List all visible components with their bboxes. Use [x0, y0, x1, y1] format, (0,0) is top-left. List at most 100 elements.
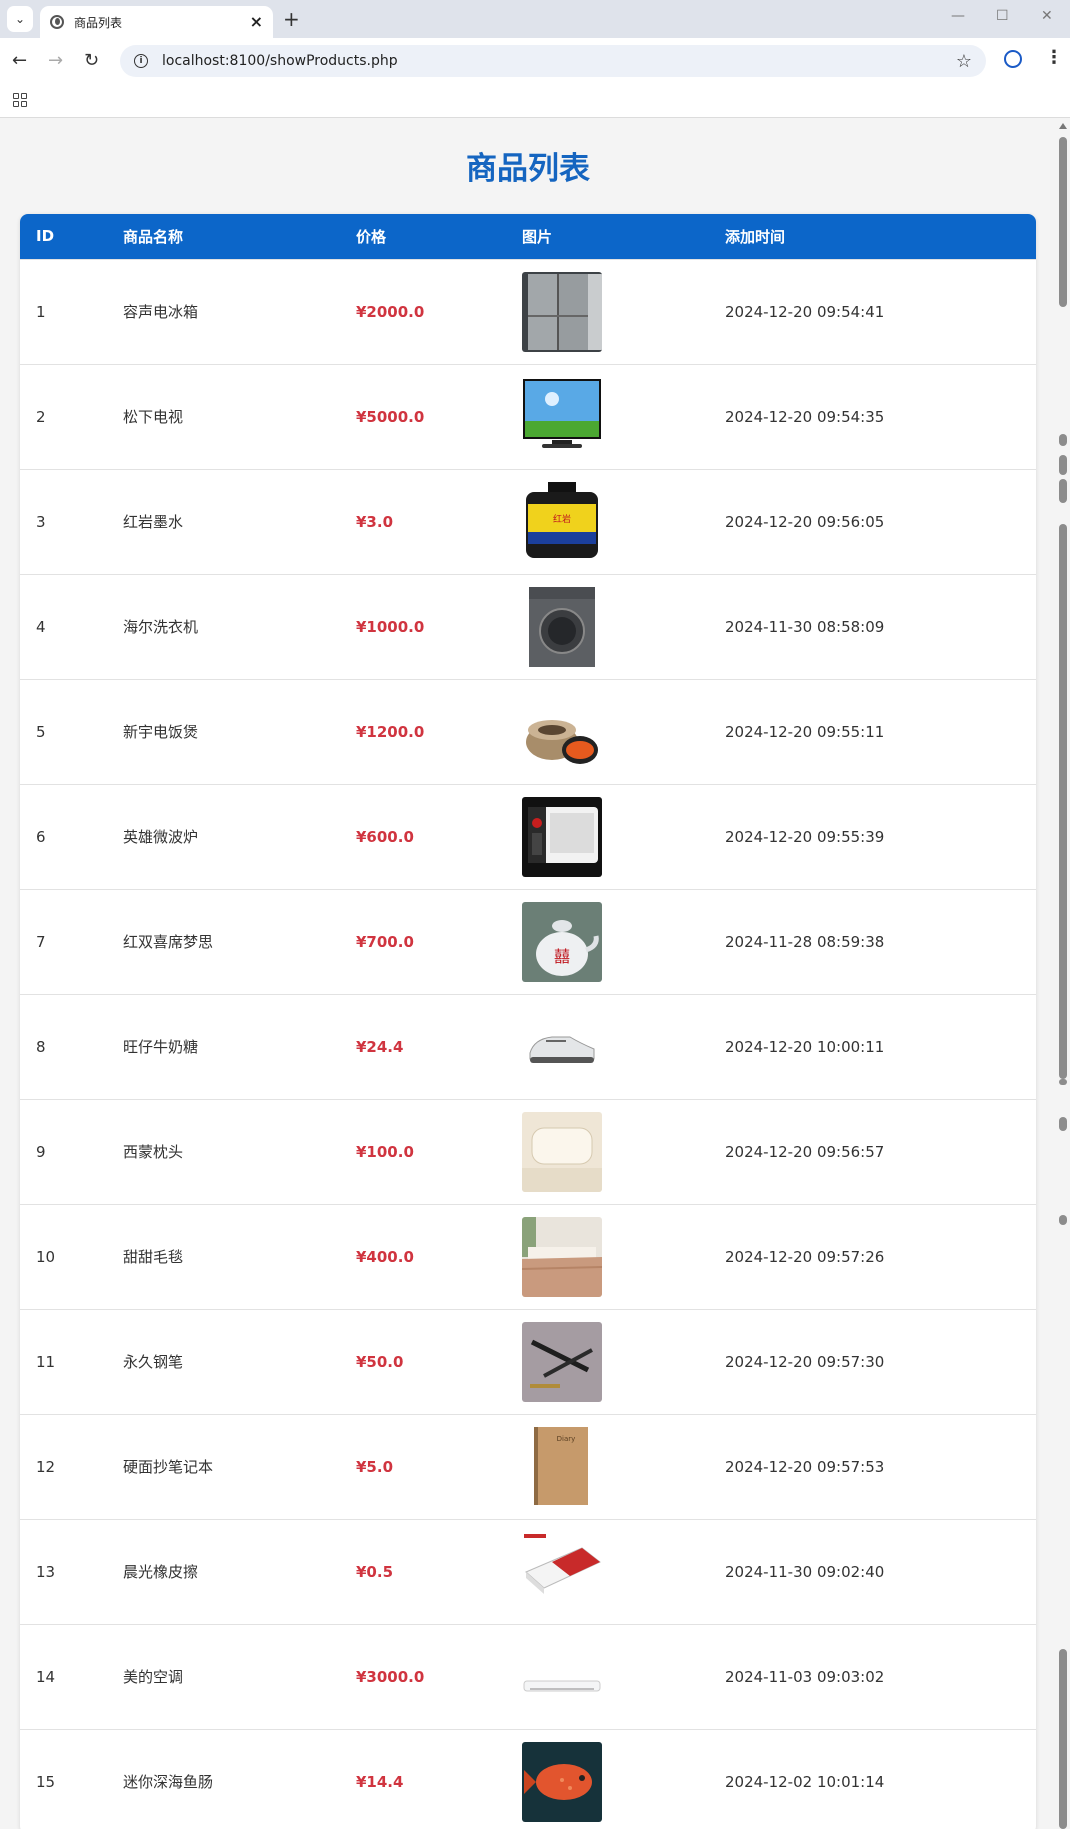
product-row: 10 甜甜毛毯 ¥400.0 2024-12-20 09:57:26	[20, 1204, 1036, 1309]
url-text[interactable]: localhost:8100/showProducts.php	[162, 53, 956, 69]
product-added-time: 2024-12-20 09:54:41	[725, 302, 885, 321]
product-image-cell	[506, 1309, 709, 1414]
product-price: ¥0.5	[356, 1562, 394, 1581]
product-row: 1 容声电冰箱 ¥2000.0 2024-12-20 09:54:41	[20, 259, 1036, 364]
product-image-cell	[506, 1729, 709, 1829]
product-id: 14	[36, 1667, 56, 1686]
svg-text:红岩: 红岩	[553, 513, 571, 525]
product-id: 12	[36, 1457, 56, 1476]
product-row: 11 永久钢笔 ¥50.0 2024-12-20 09:57:30	[20, 1309, 1036, 1414]
product-added-time: 2024-12-20 09:55:39	[725, 827, 885, 846]
product-id: 15	[36, 1772, 56, 1791]
product-added-time: 2024-12-20 09:56:05	[725, 512, 885, 531]
product-name: 硬面抄笔记本	[123, 1458, 214, 1476]
product-image-cell	[506, 1204, 709, 1309]
bookmarks-bar	[0, 84, 1070, 118]
product-price: ¥24.4	[356, 1037, 404, 1056]
profile-icon[interactable]	[1004, 50, 1022, 68]
fridge-image	[522, 271, 602, 352]
product-row: 12 硬面抄笔记本 ¥5.0 Diary 2024-12-20 09:57:53	[20, 1414, 1036, 1519]
product-name: 海尔洗衣机	[123, 618, 199, 636]
rice-cooker-image	[522, 691, 602, 772]
scrollbar-thumb[interactable]	[1059, 137, 1067, 307]
product-added-time: 2024-12-20 09:56:57	[725, 1142, 885, 1161]
product-image-cell: 囍	[506, 889, 709, 994]
product-id: 3	[36, 512, 46, 531]
product-name: 迷你深海鱼肠	[123, 1773, 214, 1792]
products-table: ID 商品名称 价格 图片 添加时间 1 容声电冰箱 ¥2000.0 2024-12-…	[20, 214, 1036, 1829]
product-id: 7	[36, 932, 46, 951]
products-table-container: ID 商品名称 价格 图片 添加时间 1 容声电冰箱 ¥2000.0 2024-12-…	[20, 214, 1036, 1829]
reload-icon[interactable]: ↻	[84, 50, 99, 72]
page-viewport: 商品列表 ID 商品名称 价格 图片 添加时间 1 容声电冰箱 ¥2000.0 202…	[0, 119, 1056, 1829]
product-added-time: 2024-12-20 09:57:30	[725, 1352, 885, 1371]
header-price: 价格	[356, 227, 387, 246]
product-image-cell: Diary	[506, 1414, 709, 1519]
product-added-time: 2024-12-20 09:55:11	[725, 722, 885, 741]
new-tab-button[interactable]: +	[283, 8, 300, 30]
product-added-time: 2024-11-30 08:58:09	[725, 617, 885, 636]
product-image-cell	[506, 1099, 709, 1204]
apps-grid-icon[interactable]	[13, 93, 27, 107]
more-menu-icon[interactable]: ⋮	[1045, 48, 1063, 68]
product-name: 永久钢笔	[123, 1353, 184, 1371]
product-name: 松下电视	[123, 408, 184, 426]
svg-text:囍: 囍	[554, 947, 570, 966]
scroll-marker	[1059, 479, 1067, 503]
product-price: ¥3.0	[356, 512, 394, 531]
header-name: 商品名称	[123, 227, 184, 246]
maximize-icon[interactable]: ☐	[996, 8, 1009, 24]
ink-bottle-image: 红岩	[522, 481, 602, 562]
product-row: 5 新宇电饭煲 ¥1200.0 2024-12-20 09:55:11	[20, 679, 1036, 784]
product-added-time: 2024-12-20 10:00:11	[725, 1037, 885, 1056]
product-price: ¥50.0	[356, 1352, 404, 1371]
minimize-icon[interactable]: —	[951, 8, 965, 24]
product-row: 9 西蒙枕头 ¥100.0 2024-12-20 09:56:57	[20, 1099, 1036, 1204]
product-price: ¥1200.0	[356, 722, 425, 741]
product-image-cell	[506, 679, 709, 784]
product-id: 5	[36, 722, 46, 741]
pen-image	[522, 1321, 602, 1402]
back-arrow-icon[interactable]: ←	[12, 50, 27, 72]
tab-title: 商品列表	[74, 15, 123, 30]
table-header-row: ID 商品名称 价格 图片 添加时间	[20, 214, 1036, 259]
address-bar[interactable]: i localhost:8100/showProducts.php ☆	[120, 45, 986, 77]
product-row: 7 红双喜席梦思 ¥700.0 囍 2024-11-28 08:59:38	[20, 889, 1036, 994]
window-close-icon[interactable]: ✕	[1041, 8, 1053, 24]
bookmark-star-icon[interactable]: ☆	[956, 51, 972, 72]
product-id: 9	[36, 1142, 46, 1161]
product-price: ¥5.0	[356, 1457, 394, 1476]
scroll-marker	[1059, 1019, 1067, 1039]
product-price: ¥2000.0	[356, 302, 425, 321]
tab-search-button[interactable]: ⌄	[7, 6, 33, 32]
product-name: 红岩墨水	[123, 513, 184, 531]
product-price: ¥5000.0	[356, 407, 425, 426]
fish-image	[522, 1741, 602, 1822]
close-tab-icon[interactable]: ×	[250, 14, 263, 30]
product-image-cell: 红岩	[506, 469, 709, 574]
site-info-icon[interactable]: i	[134, 54, 148, 68]
product-image-cell	[506, 259, 709, 364]
product-image-cell	[506, 1519, 709, 1624]
scroll-marker	[1059, 1649, 1067, 1829]
browser-tab[interactable]: 商品列表 ×	[40, 6, 273, 38]
product-image-cell	[506, 1624, 709, 1729]
microwave-image	[522, 796, 602, 877]
product-row: 4 海尔洗衣机 ¥1000.0 2024-11-30 08:58:09	[20, 574, 1036, 679]
scroll-up-arrow-icon[interactable]	[1059, 123, 1067, 129]
product-added-time: 2024-11-30 09:02:40	[725, 1562, 885, 1581]
product-row: 15 迷你深海鱼肠 ¥14.4 2024-12-02 10:01:14	[20, 1729, 1036, 1829]
vertical-scrollbar[interactable]	[1056, 119, 1070, 1829]
product-price: ¥600.0	[356, 827, 414, 846]
product-name: 容声电冰箱	[123, 303, 199, 321]
product-image-cell	[506, 784, 709, 889]
pillow-image	[522, 1111, 602, 1192]
notebook-image: Diary	[522, 1426, 602, 1507]
forward-arrow-icon[interactable]: →	[48, 50, 63, 72]
product-name: 晨光橡皮擦	[123, 1563, 199, 1581]
product-added-time: 2024-11-28 08:59:38	[725, 932, 885, 951]
product-price: ¥1000.0	[356, 617, 425, 636]
scroll-marker	[1059, 997, 1067, 1015]
product-id: 1	[36, 302, 46, 321]
scroll-marker	[1059, 1117, 1067, 1131]
